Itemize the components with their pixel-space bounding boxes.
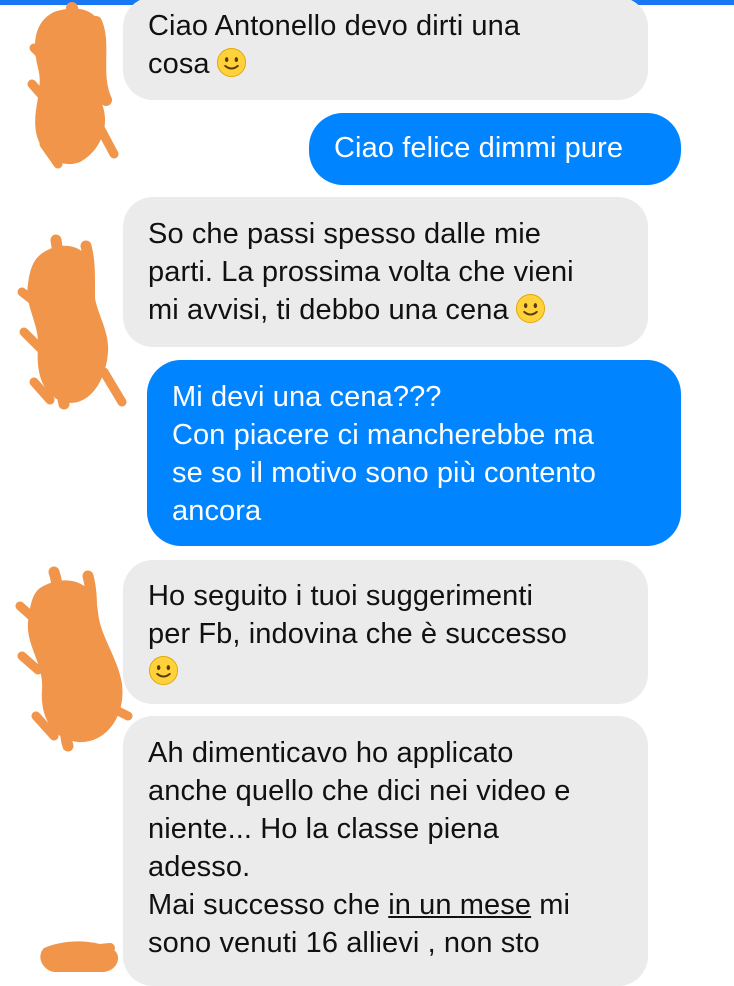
message-text: anche quello che dici nei video e — [148, 775, 571, 807]
message-text-line: mi avvisi, ti debbo una cena — [148, 291, 622, 329]
message-text: sono venuti 16 allievi , non sto — [148, 927, 540, 959]
message-text: Mai successo che — [148, 889, 389, 921]
message-text-line — [148, 653, 622, 691]
redacted-avatar — [27, 2, 119, 169]
message-text: Ciao felice dimmi pure — [334, 132, 624, 164]
message-text: So che passi spesso dalle mie — [148, 218, 541, 250]
message-text: Con piacere ci mancherebbe ma — [172, 419, 595, 451]
redacted-avatar — [15, 566, 133, 752]
message-text: Ciao Antonello devo dirti una — [148, 10, 521, 42]
message-text: Ho seguito i tuoi suggerimenti — [148, 580, 534, 612]
redacted-avatar — [17, 234, 127, 410]
message-text: parti. La prossima volta che vieni — [148, 256, 574, 288]
message-bubble-incoming[interactable]: Ah dimenticavo ho applicato anche quello… — [123, 716, 648, 986]
message-text: ancora — [172, 495, 262, 527]
redacted-avatar — [40, 941, 119, 972]
message-text: se so il motivo sono più contento — [172, 457, 597, 489]
message-bubble-incoming[interactable]: So che passi spesso dalle mie parti. La … — [123, 197, 648, 347]
message-text: per Fb, indovina che è successo — [148, 618, 567, 650]
message-text: cosa — [148, 48, 210, 80]
message-text: mi — [531, 889, 571, 921]
message-text: niente... Ho la classe piena — [148, 813, 500, 845]
slightly-smiling-face-icon — [216, 47, 246, 78]
slightly-smiling-face-icon — [148, 655, 179, 686]
message-text: Mi devi una cena??? — [172, 381, 442, 413]
message-text-line: cosa — [148, 45, 622, 83]
underlined-text: in un mese — [388, 889, 532, 921]
message-text: Ah dimenticavo ho applicato — [148, 737, 514, 769]
message-text: mi avvisi, ti debbo una cena — [148, 294, 509, 326]
message-bubble-incoming[interactable]: Ciao Antonello devo dirti una cosa — [123, 0, 648, 100]
message-bubble-incoming[interactable]: Ho seguito i tuoi suggerimenti per Fb, i… — [123, 560, 648, 704]
message-bubble-outgoing[interactable]: Mi devi una cena??? Con piacere ci manch… — [147, 360, 681, 546]
slightly-smiling-face-icon — [515, 293, 545, 324]
message-text-line: Mai successo che in un mese mi — [148, 886, 622, 924]
message-bubble-outgoing[interactable]: Ciao felice dimmi pure — [309, 113, 681, 185]
message-text: adesso. — [148, 851, 251, 883]
